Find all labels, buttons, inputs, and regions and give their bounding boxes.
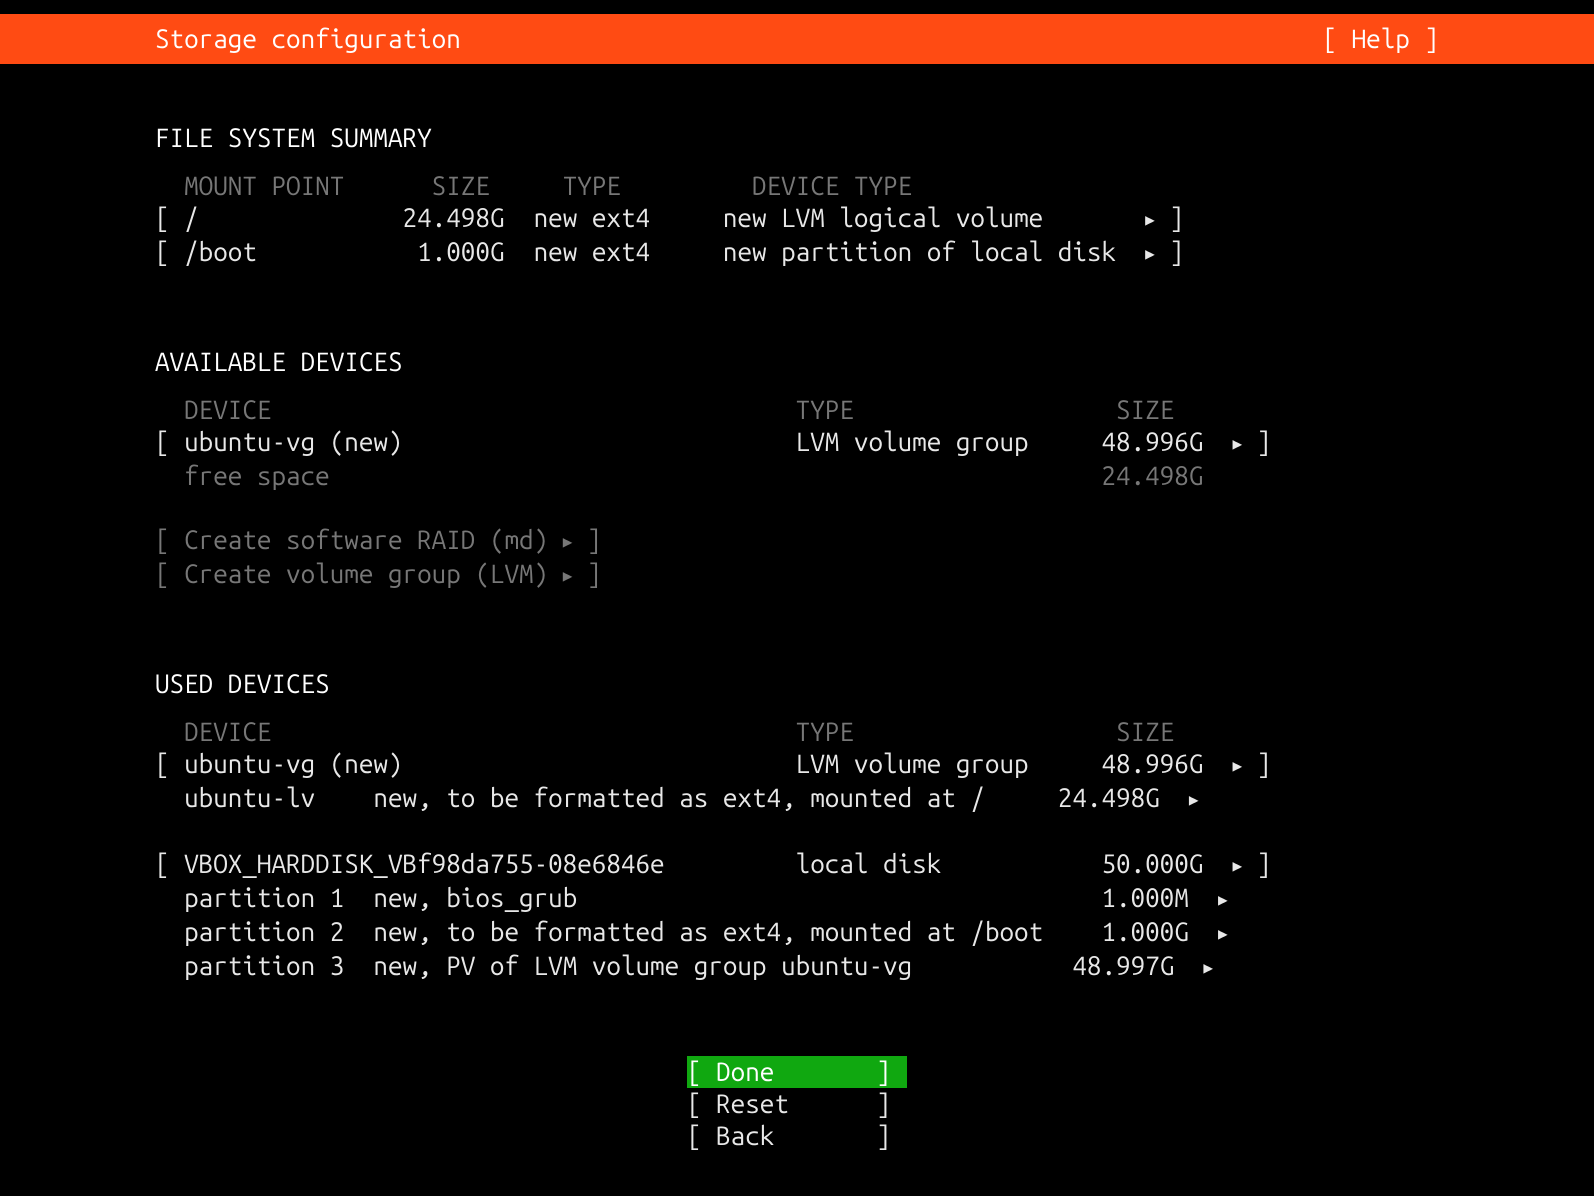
chevron-right-icon: ▶: [1232, 428, 1242, 460]
available-row-vg[interactable]: [ ubuntu-vg (new) LVM volume group 48.99…: [155, 426, 1439, 460]
chevron-right-icon: ▶: [1203, 952, 1213, 984]
used-part3-row[interactable]: partition 3 new, PV of LVM volume group …: [155, 950, 1439, 984]
chevron-right-icon: ▶: [1218, 884, 1228, 916]
chevron-right-icon: ▶: [1145, 238, 1155, 270]
fs-summary-columns: MOUNT POINT SIZE TYPE DEVICE TYPE: [155, 170, 1439, 202]
fs-row-boot[interactable]: [ /boot 1.000G new ext4 new partition of…: [155, 236, 1439, 270]
back-button[interactable]: [ Back ]: [687, 1120, 907, 1152]
chevron-right-icon: ▶: [1232, 750, 1242, 782]
used-heading: USED DEVICES: [155, 668, 1439, 700]
available-row-free: free space 24.498G: [155, 460, 1439, 492]
titlebar: Storage configuration [ Help ]: [0, 14, 1594, 64]
fs-summary-heading: FILE SYSTEM SUMMARY: [155, 122, 1439, 154]
button-bar: [ Done ] [ Reset ] [ Back ]: [155, 1056, 1439, 1152]
create-raid-action[interactable]: [ Create software RAID (md) ▶ ]: [155, 524, 1439, 558]
content: FILE SYSTEM SUMMARY MOUNT POINT SIZE TYP…: [0, 64, 1594, 1152]
help-label: Help: [1352, 24, 1410, 53]
page-title: Storage configuration: [155, 23, 461, 55]
done-button[interactable]: [ Done ]: [687, 1056, 907, 1088]
chevron-right-icon: ▶: [1232, 850, 1242, 882]
chevron-right-icon: ▶: [563, 526, 573, 558]
fs-row-root[interactable]: [ / 24.498G new ext4 new LVM logical vol…: [155, 202, 1439, 236]
chevron-right-icon: ▶: [1218, 918, 1228, 950]
help-button[interactable]: [ Help ]: [1323, 23, 1440, 55]
create-lvm-action[interactable]: [ Create volume group (LVM) ▶ ]: [155, 558, 1439, 592]
used-part1-row[interactable]: partition 1 new, bios_grub 1.000M ▶: [155, 882, 1439, 916]
available-heading: AVAILABLE DEVICES: [155, 346, 1439, 378]
used-disk-row[interactable]: [ VBOX_HARDDISK_VBf98da755-08e6846e loca…: [155, 848, 1439, 882]
chevron-right-icon: ▶: [563, 560, 573, 592]
used-lv-row[interactable]: ubuntu-lv new, to be formatted as ext4, …: [155, 782, 1439, 816]
available-columns: DEVICE TYPE SIZE: [155, 394, 1439, 426]
reset-button[interactable]: [ Reset ]: [687, 1088, 907, 1120]
chevron-right-icon: ▶: [1145, 204, 1155, 236]
used-part2-row[interactable]: partition 2 new, to be formatted as ext4…: [155, 916, 1439, 950]
used-vg-row[interactable]: [ ubuntu-vg (new) LVM volume group 48.99…: [155, 748, 1439, 782]
used-columns: DEVICE TYPE SIZE: [155, 716, 1439, 748]
chevron-right-icon: ▶: [1189, 784, 1199, 816]
